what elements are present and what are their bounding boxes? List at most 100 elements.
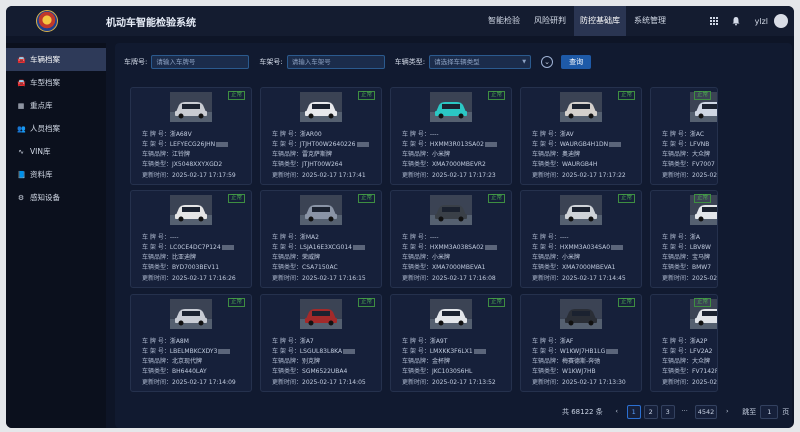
field-key: 车 牌 号：: [402, 234, 430, 241]
field-key: 车辆类型：: [272, 264, 303, 271]
card-field-model: 车辆类型：WAURGB4H: [532, 161, 597, 168]
sidebar-item-key-library[interactable]: ▦ 重点库: [6, 94, 106, 117]
field-value: WAURGB4H1DN: [559, 141, 609, 148]
query-button[interactable]: 查询: [561, 55, 592, 69]
plate-input[interactable]: 请输入车牌号: [151, 55, 250, 69]
page-button[interactable]: 1: [626, 405, 641, 419]
vehicle-photo[interactable]: [300, 299, 342, 329]
page-button[interactable]: 3: [660, 405, 675, 419]
vehicle-photo[interactable]: [300, 92, 342, 122]
field-key: 车辆品牌：: [402, 254, 433, 261]
nav-item-system[interactable]: 系统管理: [628, 6, 672, 36]
field-key: 车 架 号：: [532, 141, 560, 148]
card-field-model: 车辆类型：CSA7150AC: [272, 264, 338, 271]
page-ellipsis[interactable]: ···: [678, 405, 692, 419]
vehicle-card[interactable]: 正常车 牌 号：浙AF 车 架 号：W1KWJ7HB1LG 车辆品牌：梅赛德斯-奔驰…: [520, 294, 642, 392]
field-key: 更新时间：: [272, 275, 303, 282]
app-title: 机动车智能检验系统: [106, 17, 196, 29]
vehicle-card[interactable]: 正常车 牌 号：浙AR00 车 架 号：JTJHT00W2640226 车辆品牌：雷…: [260, 87, 382, 185]
field-value: XMA7000MBEVA1: [562, 264, 616, 271]
field-value: 2025-02-17 17:13:30: [562, 379, 626, 386]
vehicle-card[interactable]: 正常车 牌 号：浙A 车 架 号：LBV8W 车辆品牌：宝马牌 车辆类型：BMW7 更新…: [650, 190, 718, 288]
nav-item-inspection[interactable]: 智能检验: [482, 6, 526, 36]
sidebar-item-vehicle-archive[interactable]: 🚘 车辆档案: [6, 48, 106, 71]
page-button[interactable]: 2: [643, 405, 658, 419]
field-key: 车 架 号：: [532, 348, 560, 355]
card-field-brand: 车辆品牌：小米牌: [402, 151, 450, 158]
field-key: 车 牌 号：: [662, 131, 690, 138]
vehicle-card[interactable]: 正常车 牌 号：浙MA2 车 架 号：LSJA16E3XCG014 车辆品牌：荣威牌…: [260, 190, 382, 288]
vehicle-photo[interactable]: [430, 92, 472, 122]
vehicle-photo[interactable]: [300, 195, 342, 225]
field-value: 浙AC: [689, 131, 705, 138]
field-key: 车 牌 号：: [272, 234, 300, 241]
vehicle-photo[interactable]: [170, 92, 212, 122]
sidebar-item-label: 人员档案: [30, 124, 60, 133]
next-page-button[interactable]: ›: [720, 405, 734, 419]
username[interactable]: ylzl: [755, 17, 768, 26]
prev-page-button[interactable]: ‹: [610, 405, 624, 419]
vehicle-card[interactable]: 正常车 牌 号：浙AC 车 架 号：LFVNB 车辆品牌：大众牌 车辆类型：FV700…: [650, 87, 718, 185]
vehicle-card[interactable]: 正常车 牌 号：---- 车 架 号：LC0CE4DC7P124 车辆品牌：比亚迪牌…: [130, 190, 252, 288]
vehicle-card[interactable]: 正常车 牌 号：浙A8M 车 架 号：LBELMBKCXDY3 车辆品牌：北京现代牌…: [130, 294, 252, 392]
vehicle-photo[interactable]: [170, 195, 212, 225]
vehicle-photo[interactable]: [170, 299, 212, 329]
card-field-plate: 车 牌 号：----: [402, 234, 439, 241]
status-badge: 正常: [357, 298, 375, 307]
vehicle-card[interactable]: 正常车 牌 号：---- 车 架 号：HXMM3A038SA02 车辆品牌：小米牌车…: [390, 190, 512, 288]
jump-page-input[interactable]: 1: [760, 405, 779, 419]
sidebar-item-model-archive[interactable]: 🚘 车型档案: [6, 71, 106, 94]
card-field-brand: 车辆品牌：荣威牌: [272, 254, 320, 261]
field-value: LEFYECG26JHN: [169, 141, 216, 148]
field-key: 更新时间：: [402, 275, 433, 282]
field-key: 车 牌 号：: [402, 131, 430, 138]
card-field-time: 更新时间：2025-02-17 17:16:15: [272, 275, 366, 282]
vehicle-photo[interactable]: [430, 299, 472, 329]
field-key: 车 牌 号：: [142, 131, 170, 138]
field-value: HXMM3A038SA02: [429, 244, 484, 251]
total-count: 共 68122 条: [562, 408, 603, 416]
vehicle-photo[interactable]: [560, 195, 602, 225]
expand-filters-button[interactable]: ⌄: [541, 56, 554, 68]
field-key: 车 架 号：: [272, 141, 300, 148]
bell-icon[interactable]: [731, 16, 741, 26]
field-value: 2025-02-17 17:17: [692, 172, 718, 179]
status-badge: 正常: [693, 298, 711, 307]
vehicle-card[interactable]: 正常车 牌 号：浙AV 车 架 号：WAURGB4H1DN 车辆品牌：奥迪牌 车辆类型…: [520, 87, 642, 185]
card-field-model: 车辆类型：FV7142FBDCG: [662, 368, 717, 375]
vehicle-type-select[interactable]: 请选择车辆类型 ▼: [429, 55, 532, 69]
field-value: JKC1030S6HL: [432, 368, 473, 375]
sidebar-item-vin-library[interactable]: ∿ VIN库: [6, 140, 106, 163]
vehicle-card[interactable]: 正常车 牌 号：---- 车 架 号：HXMM3R013SA02 车辆品牌：小米牌车…: [390, 87, 512, 185]
sidebar-item-sensing-device[interactable]: ⚙ 感知设备: [6, 186, 106, 209]
vehicle-photo[interactable]: [560, 299, 602, 329]
vehicle-card[interactable]: 正常车 牌 号：浙A7 车 架 号：LSGUL83L8KA 车辆品牌：别克牌 车辆类型…: [260, 294, 382, 392]
vehicle-card[interactable]: 正常车 牌 号：---- 车 架 号：HXMM3A034SA0 车辆品牌：小米牌 车辆…: [520, 190, 642, 288]
vehicle-card[interactable]: 正常车 牌 号：浙A9T 车 架 号：LMXKK3F6LX1 车辆品牌：金杯牌 车辆类…: [390, 294, 512, 392]
nav-item-base-library[interactable]: 防控基础库: [574, 6, 626, 36]
status-badge: 正常: [487, 91, 505, 100]
card-field-model: 车辆类型：BH6440LAY: [142, 368, 207, 375]
card-field-time: 更新时间：2025-02-17 17:14:05: [272, 379, 366, 386]
field-key: 车 牌 号：: [402, 338, 430, 345]
status-badge: 正常: [227, 194, 245, 203]
card-field-vin: 车 架 号：HXMM3A034SA0: [532, 244, 624, 251]
page-button[interactable]: 4542: [694, 405, 718, 419]
avatar[interactable]: [774, 14, 788, 28]
vehicle-card[interactable]: 正常车 牌 号：浙A68V 车 架 号：LEFYECG26JHN 车辆品牌：江铃牌车…: [130, 87, 252, 185]
vehicle-photo[interactable]: [560, 92, 602, 122]
sidebar-item-person-archive[interactable]: 👥 人员档案: [6, 117, 106, 140]
nav-item-risk[interactable]: 风险研判: [528, 6, 572, 36]
status-badge: 正常: [357, 91, 375, 100]
redaction-mask: [484, 245, 497, 250]
vehicle-photo[interactable]: [430, 195, 472, 225]
status-badge: 正常: [693, 194, 711, 203]
field-value: HXMM3R013SA02: [429, 141, 484, 148]
card-field-vin: 车 架 号：LSGUL83L8KA: [272, 348, 356, 355]
apps-grid-icon[interactable]: [709, 16, 719, 26]
card-field-model: 车辆类型：BMW7: [662, 264, 711, 271]
vehicle-card[interactable]: 正常车 牌 号：浙A2P 车 架 号：LFV2A2 车辆品牌：大众牌 车辆类型：FV7…: [650, 294, 718, 392]
vin-input[interactable]: 请输入车架号: [286, 55, 385, 69]
sidebar-item-document-library[interactable]: 📘 资料库: [6, 163, 106, 186]
field-value: XMA7000MBEVA1: [432, 264, 486, 271]
